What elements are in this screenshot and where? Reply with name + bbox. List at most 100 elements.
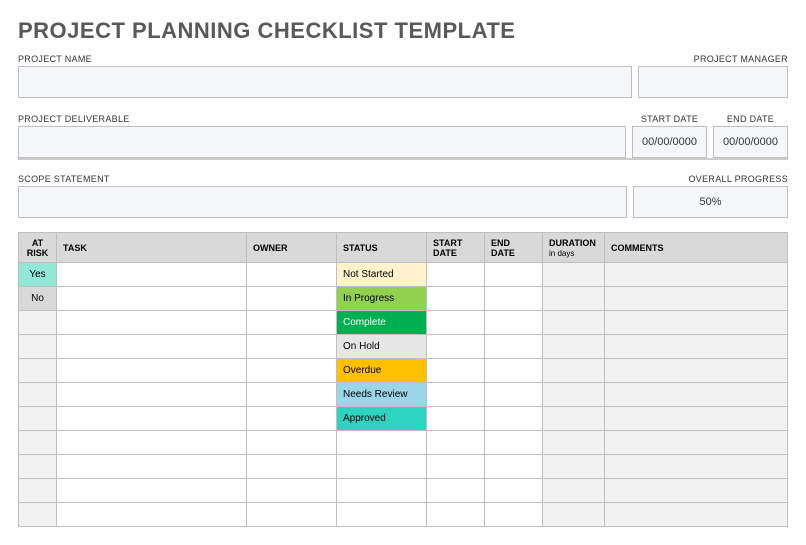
table-row: Overdue (19, 359, 788, 383)
cell-start-date[interactable] (427, 407, 485, 431)
cell-end-date[interactable] (485, 383, 543, 407)
cell-at-risk[interactable]: Yes (19, 263, 57, 287)
cell-owner[interactable] (247, 311, 337, 335)
cell-end-date[interactable] (485, 311, 543, 335)
cell-end-date[interactable] (485, 263, 543, 287)
cell-task[interactable] (57, 335, 247, 359)
cell-task[interactable] (57, 287, 247, 311)
cell-end-date[interactable] (485, 287, 543, 311)
table-row: Approved (19, 407, 788, 431)
cell-comments[interactable] (605, 407, 788, 431)
cell-end-date[interactable] (485, 479, 543, 503)
cell-at-risk[interactable] (19, 311, 57, 335)
cell-start-date[interactable] (427, 287, 485, 311)
cell-owner[interactable] (247, 431, 337, 455)
cell-at-risk[interactable] (19, 479, 57, 503)
cell-comments[interactable] (605, 479, 788, 503)
cell-at-risk[interactable] (19, 503, 57, 527)
cell-start-date[interactable] (427, 503, 485, 527)
cell-at-risk[interactable]: No (19, 287, 57, 311)
table-row: On Hold (19, 335, 788, 359)
cell-task[interactable] (57, 263, 247, 287)
cell-owner[interactable] (247, 359, 337, 383)
row-scope: SCOPE STATEMENT OVERALL PROGRESS 50% (18, 172, 788, 218)
cell-status[interactable] (337, 479, 427, 503)
cell-status[interactable] (337, 455, 427, 479)
input-end-date[interactable]: 00/00/0000 (713, 126, 788, 158)
cell-comments[interactable] (605, 311, 788, 335)
cell-owner[interactable] (247, 263, 337, 287)
cell-start-date[interactable] (427, 383, 485, 407)
cell-end-date[interactable] (485, 407, 543, 431)
cell-task[interactable] (57, 311, 247, 335)
cell-at-risk[interactable] (19, 383, 57, 407)
cell-start-date[interactable] (427, 335, 485, 359)
cell-end-date[interactable] (485, 359, 543, 383)
cell-status[interactable]: On Hold (337, 335, 427, 359)
cell-start-date[interactable] (427, 359, 485, 383)
cell-task[interactable] (57, 383, 247, 407)
cell-owner[interactable] (247, 407, 337, 431)
cell-task[interactable] (57, 455, 247, 479)
cell-owner[interactable] (247, 455, 337, 479)
cell-start-date[interactable] (427, 263, 485, 287)
cell-start-date[interactable] (427, 479, 485, 503)
input-project-manager[interactable] (638, 66, 788, 98)
cell-start-date[interactable] (427, 455, 485, 479)
cell-owner[interactable] (247, 287, 337, 311)
cell-duration (543, 263, 605, 287)
cell-task[interactable] (57, 479, 247, 503)
cell-end-date[interactable] (485, 431, 543, 455)
label-end-date: END DATE (713, 112, 788, 126)
input-project-name[interactable] (18, 66, 632, 98)
col-start-date: START DATE (427, 233, 485, 263)
cell-task[interactable] (57, 359, 247, 383)
input-start-date[interactable]: 00/00/0000 (632, 126, 707, 158)
cell-comments[interactable] (605, 359, 788, 383)
cell-comments[interactable] (605, 287, 788, 311)
cell-comments[interactable] (605, 431, 788, 455)
table-row: Yes Not Started (19, 263, 788, 287)
cell-status[interactable]: Not Started (337, 263, 427, 287)
cell-owner[interactable] (247, 503, 337, 527)
cell-status[interactable]: Approved (337, 407, 427, 431)
cell-status[interactable] (337, 431, 427, 455)
cell-comments[interactable] (605, 503, 788, 527)
label-project-manager: PROJECT MANAGER (638, 52, 788, 66)
cell-task[interactable] (57, 407, 247, 431)
label-start-date: START DATE (632, 112, 707, 126)
cell-duration (543, 407, 605, 431)
cell-status[interactable]: Needs Review (337, 383, 427, 407)
input-scope-statement[interactable] (18, 186, 627, 218)
cell-comments[interactable] (605, 335, 788, 359)
label-scope-statement: SCOPE STATEMENT (18, 172, 627, 186)
cell-end-date[interactable] (485, 503, 543, 527)
cell-comments[interactable] (605, 263, 788, 287)
col-owner: OWNER (247, 233, 337, 263)
cell-at-risk[interactable] (19, 407, 57, 431)
cell-duration (543, 335, 605, 359)
cell-comments[interactable] (605, 455, 788, 479)
cell-status[interactable] (337, 503, 427, 527)
cell-start-date[interactable] (427, 311, 485, 335)
cell-at-risk[interactable] (19, 431, 57, 455)
cell-at-risk[interactable] (19, 359, 57, 383)
input-project-deliverable[interactable] (18, 126, 626, 158)
cell-task[interactable] (57, 431, 247, 455)
cell-owner[interactable] (247, 479, 337, 503)
cell-end-date[interactable] (485, 335, 543, 359)
cell-at-risk[interactable] (19, 455, 57, 479)
cell-start-date[interactable] (427, 431, 485, 455)
cell-status[interactable]: Complete (337, 311, 427, 335)
cell-task[interactable] (57, 503, 247, 527)
cell-status[interactable]: Overdue (337, 359, 427, 383)
cell-duration (543, 503, 605, 527)
cell-end-date[interactable] (485, 455, 543, 479)
cell-owner[interactable] (247, 383, 337, 407)
cell-status[interactable]: In Progress (337, 287, 427, 311)
cell-duration (543, 383, 605, 407)
cell-at-risk[interactable] (19, 335, 57, 359)
cell-owner[interactable] (247, 335, 337, 359)
cell-comments[interactable] (605, 383, 788, 407)
divider (18, 158, 788, 160)
